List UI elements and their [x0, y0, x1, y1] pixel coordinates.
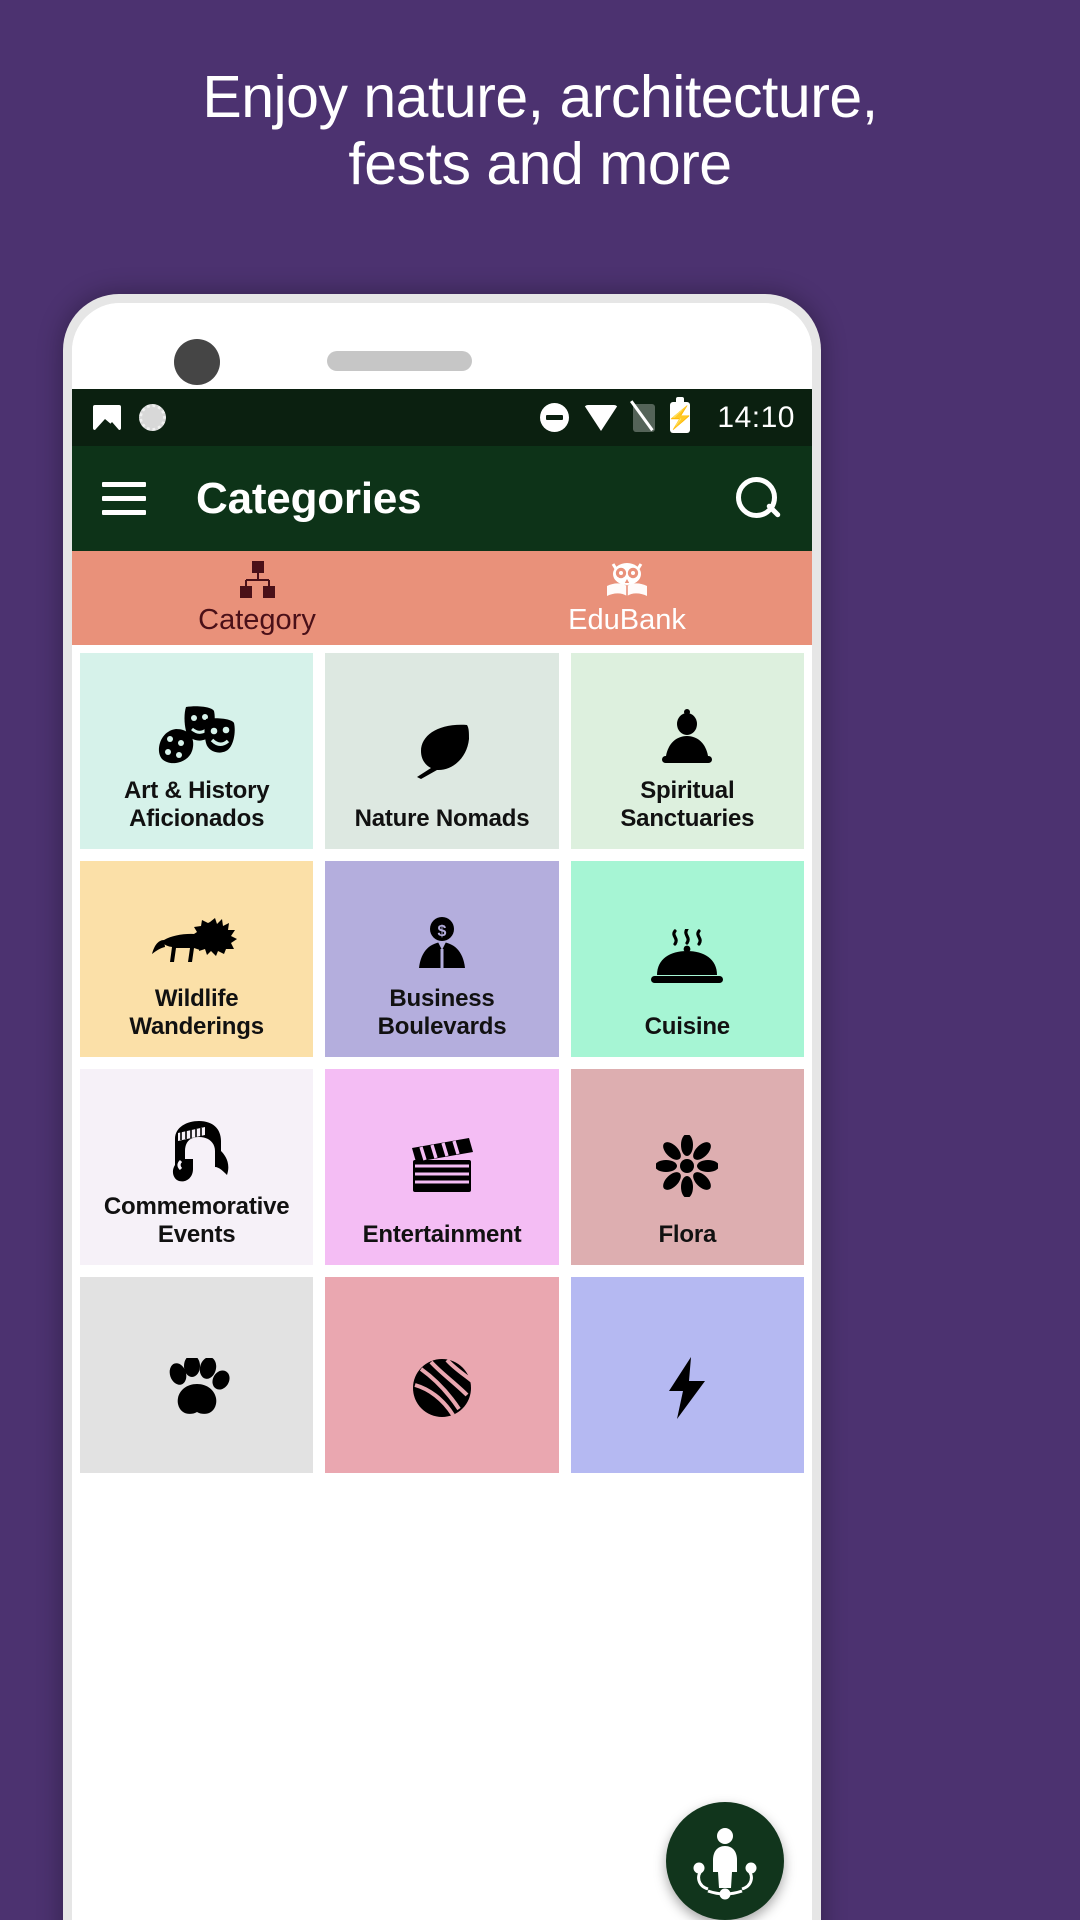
tab-category[interactable]: Category	[72, 551, 442, 645]
svg-text:$: $	[438, 923, 447, 940]
hamburger-icon[interactable]	[102, 482, 146, 515]
phone-mockup: ⚡ 14:10 Categories Category EduBank Art …	[63, 294, 821, 1920]
photo-icon	[93, 405, 121, 430]
status-bar-right-icons: ⚡ 14:10	[540, 397, 795, 435]
search-icon[interactable]	[734, 475, 782, 523]
category-tile[interactable]: Cuisine	[570, 861, 804, 1057]
category-tile-label: Wildlife Wanderings	[129, 984, 264, 1040]
lightning-bolt-icon	[665, 1319, 709, 1457]
page-title: Categories	[196, 473, 422, 523]
category-tile[interactable]: Wildlife Wanderings	[80, 861, 314, 1057]
hierarchy-icon	[235, 560, 279, 600]
category-tile[interactable]: Entertainment	[325, 1069, 559, 1265]
category-grid: Art & History Aficionados Nature Nomads	[72, 645, 812, 1473]
hamburger-bar	[102, 510, 146, 515]
front-camera-icon	[174, 339, 220, 385]
category-tile[interactable]	[80, 1277, 314, 1473]
phone-bezel-top	[72, 303, 812, 389]
buddha-icon	[658, 695, 716, 777]
brightness-icon	[139, 404, 166, 431]
flower-icon	[656, 1111, 719, 1221]
category-tile[interactable]: $ Business Boulevards	[325, 861, 559, 1057]
clapperboard-icon	[407, 1111, 477, 1221]
owl-book-icon	[603, 560, 651, 600]
do-not-disturb-icon	[540, 403, 570, 432]
status-bar-clock: 14:10	[717, 400, 795, 434]
tab-edubank[interactable]: EduBank	[442, 551, 812, 645]
status-bar-left-icons	[93, 404, 166, 431]
category-tile[interactable]: Commemorative Events	[80, 1069, 314, 1265]
battery-charging-icon: ⚡	[667, 397, 694, 433]
category-tile-label: Art & History Aficionados	[123, 776, 270, 832]
businessman-icon: $	[413, 903, 471, 985]
category-tile-label: Commemorative Events	[103, 1192, 290, 1248]
phone-screen: ⚡ 14:10 Categories Category EduBank Art …	[72, 389, 812, 1920]
spartan-helmet-icon	[161, 1111, 233, 1193]
tour-guide-icon	[693, 1828, 757, 1900]
promo-headline-line-2: fests and more	[348, 130, 732, 197]
category-tile-label: Flora	[658, 1220, 717, 1248]
promo-headline: Enjoy nature, architecture, fests and mo…	[0, 64, 1080, 197]
category-tile[interactable]	[325, 1277, 559, 1473]
category-tile-label: Nature Nomads	[354, 804, 530, 832]
signal-off-icon	[633, 403, 656, 432]
ball-of-yarn-icon	[409, 1319, 475, 1457]
lion-icon	[151, 903, 242, 985]
category-tile-label: Cuisine	[644, 1012, 730, 1040]
app-bar: Categories	[72, 446, 812, 551]
theater-masks-palette-icon	[156, 695, 238, 777]
category-tile[interactable]: Flora	[570, 1069, 804, 1265]
category-tile-label: Entertainment	[362, 1220, 522, 1248]
category-tile[interactable]: Spiritual Sanctuaries	[570, 653, 804, 849]
tab-category-label: Category	[198, 603, 316, 636]
paw-print-icon	[164, 1319, 230, 1457]
hamburger-bar	[102, 482, 146, 487]
promo-headline-line-1: Enjoy nature, architecture,	[202, 64, 878, 130]
hamburger-bar	[102, 496, 146, 501]
category-tile[interactable]: Art & History Aficionados	[80, 653, 314, 849]
category-tile[interactable]: Nature Nomads	[325, 653, 559, 849]
wifi-icon	[584, 404, 619, 431]
category-tile-label: Spiritual Sanctuaries	[620, 776, 755, 832]
category-tile-label: Business Boulevards	[377, 984, 507, 1040]
leaf-icon	[411, 695, 473, 805]
phone-inner-frame: ⚡ 14:10 Categories Category EduBank Art …	[72, 303, 812, 1920]
category-tile[interactable]	[570, 1277, 804, 1473]
food-cloche-icon	[649, 903, 725, 1013]
status-bar: ⚡ 14:10	[72, 389, 812, 446]
tab-edubank-label: EduBank	[568, 603, 686, 636]
tour-guide-fab[interactable]	[666, 1802, 784, 1920]
tab-bar: Category EduBank	[72, 551, 812, 645]
earpiece-speaker	[327, 351, 472, 371]
